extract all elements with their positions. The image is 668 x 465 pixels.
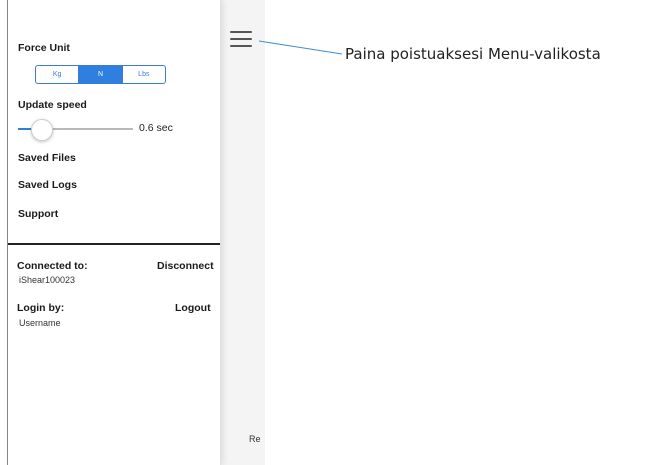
background-partial-text: Re xyxy=(249,434,261,444)
side-drawer-menu: Force Unit Kg N Lbs Update speed 0.6 sec… xyxy=(8,0,221,465)
annotation-text: Paina poistuaksesi Menu-valikosta xyxy=(345,45,601,63)
unit-option-lbs[interactable]: Lbs xyxy=(123,66,165,83)
device-name: iShear100023 xyxy=(19,275,76,285)
unit-option-n[interactable]: N xyxy=(79,66,123,83)
section-divider xyxy=(8,243,220,245)
menu-item-saved-logs[interactable]: Saved Logs xyxy=(18,179,77,191)
slider-thumb[interactable] xyxy=(31,119,53,141)
connected-to-label: Connected to: xyxy=(17,260,88,272)
login-by-label: Login by: xyxy=(17,302,65,314)
username-text: Username xyxy=(19,318,61,328)
update-speed-label: Update speed xyxy=(18,99,87,111)
hamburger-line xyxy=(230,45,252,47)
unit-option-kg[interactable]: Kg xyxy=(36,66,80,83)
main-content-area[interactable] xyxy=(221,0,265,465)
callout-leader-line xyxy=(258,40,343,55)
menu-item-support[interactable]: Support xyxy=(18,208,58,220)
hamburger-line xyxy=(230,31,252,33)
hamburger-icon[interactable] xyxy=(230,31,252,47)
hamburger-line xyxy=(230,38,252,40)
menu-item-saved-files[interactable]: Saved Files xyxy=(18,152,76,164)
logout-button[interactable]: Logout xyxy=(175,302,211,314)
force-unit-label: Force Unit xyxy=(18,42,70,54)
disconnect-button[interactable]: Disconnect xyxy=(157,260,214,272)
force-unit-selector[interactable]: Kg N Lbs xyxy=(35,65,166,84)
update-speed-value: 0.6 sec xyxy=(139,122,173,134)
phone-screen: Force Unit Kg N Lbs Update speed 0.6 sec… xyxy=(7,0,265,465)
